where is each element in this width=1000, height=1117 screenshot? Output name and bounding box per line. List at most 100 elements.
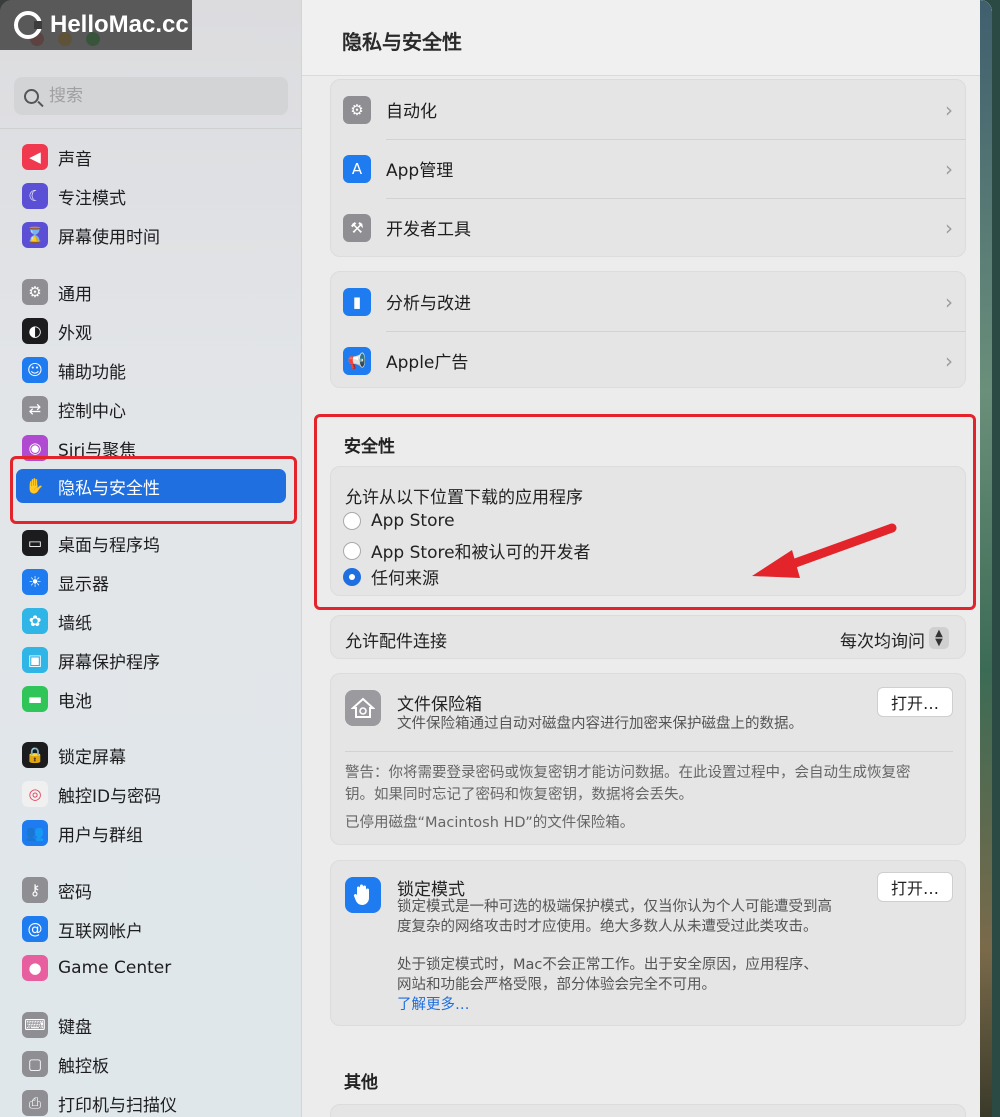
lockdown-open-button[interactable]: 打开… [877,872,953,902]
settings-row[interactable]: A App管理 › [331,139,967,198]
accessories-row[interactable]: 允许配件连接 每次均询问 ▲ ▼ [330,615,966,659]
battery-icon: ▬ [22,686,48,712]
chevron-right-icon: › [945,215,953,240]
settings-row[interactable]: 📢 Apple广告 › [331,331,967,390]
row-label: 分析与改进 [386,294,471,314]
dock-icon: ▭ [22,530,48,556]
sidebar-item-label: 触控ID与密码 [58,786,162,807]
chevron-right-icon: › [945,348,953,373]
chart-icon: ▮ [343,287,371,316]
sidebar-item[interactable]: ◀ 声音 [16,140,286,174]
learn-more-link[interactable]: 了解更多… [397,995,818,1015]
sidebar-item[interactable]: ☀ 显示器 [16,565,286,599]
app-store-icon: A [343,154,371,183]
sidebar-item-label: 声音 [58,149,92,170]
sidebar-item-label: 桌面与程序坞 [58,535,160,556]
sidebar-item[interactable]: ▭ 桌面与程序坞 [16,526,286,560]
divider [345,751,953,752]
key-icon: ⚷ [22,877,48,903]
settings-group-1: ⚙ 自动化 › A App管理 › ⚒ 开发者工具 › [330,79,966,257]
sidebar-item[interactable]: ◐ 外观 [16,314,286,348]
chevron-right-icon: › [945,289,953,314]
game-center-icon: ● [22,955,48,981]
sidebar-item[interactable]: ⎙ 打印机与扫描仪 [16,1086,286,1117]
filevault-open-button[interactable]: 打开… [877,687,953,717]
settings-row[interactable]: ⚙ 自动化 › [331,80,967,139]
sidebar-item[interactable]: ⌨ 键盘 [16,1008,286,1042]
sidebar-item[interactable]: 🔒 锁定屏幕 [16,738,286,772]
sidebar-item[interactable]: ● Game Center [16,951,286,985]
watermark-logo-icon [14,11,42,39]
watermark: HelloMac.cc [0,0,192,50]
sidebar-item-label: 用户与群组 [58,825,143,846]
hand-icon [345,877,381,913]
sun-icon: ☀ [22,569,48,595]
sidebar-item-label: 外观 [58,323,92,344]
users-icon: 👥 [22,820,48,846]
filevault-warning: 警告：你将需要登录密码或恢复密钥才能访问数据。在此设置过程中，会自动生成恢复密 … [345,762,955,806]
sidebar-item[interactable]: ◎ 触控ID与密码 [16,777,286,811]
at-icon: @ [22,916,48,942]
sidebar-item-label: 键盘 [58,1017,92,1038]
row-label: 自动化 [386,102,437,122]
lockdown-description: 锁定模式是一种可选的极端保护模式，仅当你认为个人可能遭受到高 度复杂的网络攻击时… [397,897,832,937]
warning-line: 钥。如果同时忘记了密码和恢复密钥，数据将会丢失。 [345,787,693,803]
sidebar-item-label: 通用 [58,284,92,305]
watermark-text: HelloMac.cc [50,11,189,38]
gear-icon: ⚙ [22,279,48,305]
sidebar-divider [0,128,302,129]
row-label: App管理 [386,161,454,181]
desc-line: 网站和功能会严格受限，部分体验会完全不可用。 [397,977,716,993]
warning-line: 警告：你将需要登录密码或恢复密钥才能访问数据。在此设置过程中，会自动生成恢复密 [345,765,911,781]
settings-row[interactable]: ⚒ 开发者工具 › [331,198,967,257]
sidebar-item[interactable]: ⌛ 屏幕使用时间 [16,218,286,252]
lock-icon: 🔒 [22,742,48,768]
sidebar-item[interactable]: ✿ 墙纸 [16,604,286,638]
red-arrow-annotation [752,523,897,578]
highlight-box-sidebar [10,456,297,524]
fingerprint-icon: ◎ [22,781,48,807]
sidebar-item[interactable]: ▬ 电池 [16,682,286,716]
sidebar-item[interactable]: ⚙ 通用 [16,275,286,309]
accessibility-icon: ☺ [22,357,48,383]
gears-icon: ⚙ [343,95,371,124]
sidebar-item[interactable]: @ 互联网帐户 [16,912,286,946]
sidebar: ◀声音☾专注模式⌛屏幕使用时间⚙通用◐外观☺辅助功能⇄控制中心◉Siri与聚焦✋… [0,0,302,1117]
settings-window: ◀声音☾专注模式⌛屏幕使用时间⚙通用◐外观☺辅助功能⇄控制中心◉Siri与聚焦✋… [0,0,992,1117]
sidebar-item-label: 控制中心 [58,401,126,422]
popup-stepper-icon[interactable]: ▲ ▼ [929,627,949,649]
sidebar-item[interactable]: ☾ 专注模式 [16,179,286,213]
sidebar-item-label: 屏幕使用时间 [58,227,160,248]
search-input[interactable] [49,86,269,106]
printer-icon: ⎙ [22,1090,48,1116]
sidebar-item-label: 屏幕保护程序 [58,652,160,673]
sidebar-item[interactable]: ▣ 屏幕保护程序 [16,643,286,677]
filevault-description: 文件保险箱通过自动对磁盘内容进行加密来保护磁盘上的数据。 [397,716,803,732]
settings-group-2: ▮ 分析与改进 › 📢 Apple广告 › [330,271,966,388]
sidebar-item[interactable]: ▢ 触控板 [16,1047,286,1081]
row-label: 开发者工具 [386,220,471,240]
lockdown-card: 锁定模式 锁定模式是一种可选的极端保护模式，仅当你认为个人可能遭受到高 度复杂的… [330,860,966,1026]
sidebar-item[interactable]: ☺ 辅助功能 [16,353,286,387]
sidebar-item-label: 电池 [58,691,92,712]
search-field[interactable] [14,77,288,115]
speaker-icon: ◀ [22,144,48,170]
accessories-value[interactable]: 每次均询问 [840,627,925,652]
sidebar-item-label: 互联网帐户 [58,921,143,942]
filevault-house-icon [345,690,381,726]
desc-line: 度复杂的网络攻击时才应使用。绝大多数人从未遭受过此类攻击。 [397,919,818,935]
toggle-icon: ⇄ [22,396,48,422]
other-section-title: 其他 [344,1073,378,1093]
sidebar-item[interactable]: ⇄ 控制中心 [16,392,286,426]
chevron-right-icon: › [945,156,953,181]
settings-row[interactable]: ▮ 分析与改进 › [331,272,967,331]
sidebar-item[interactable]: ⚷ 密码 [16,873,286,907]
sidebar-item[interactable]: 👥 用户与群组 [16,816,286,850]
trackpad-icon: ▢ [22,1051,48,1077]
moon-icon: ☾ [22,183,48,209]
sidebar-item-label: 专注模式 [58,188,126,209]
flower-icon: ✿ [22,608,48,634]
accessories-label: 允许配件连接 [345,632,447,652]
sidebar-item-label: 锁定屏幕 [58,747,126,768]
filevault-status: 已停用磁盘“Macintosh HD”的文件保险箱。 [345,815,635,831]
